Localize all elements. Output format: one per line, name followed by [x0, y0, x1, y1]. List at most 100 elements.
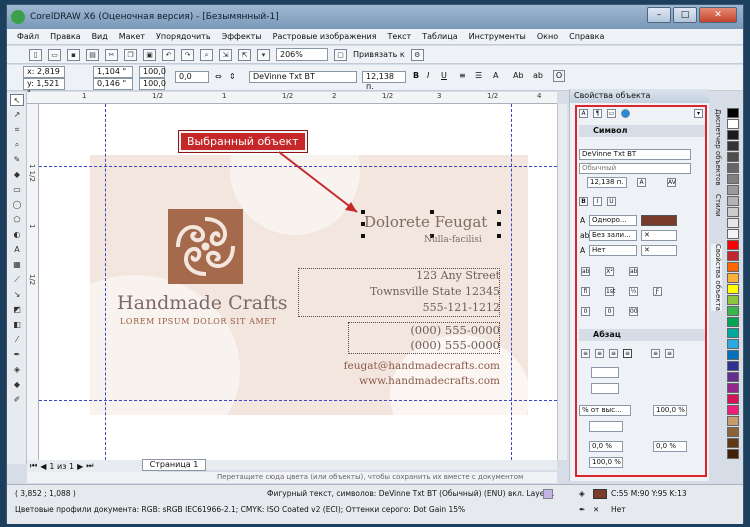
palette-swatch[interactable] — [727, 163, 739, 173]
polygon-tool-icon[interactable]: ⬠ — [10, 214, 24, 226]
character-section-header[interactable]: Символ — [579, 125, 705, 137]
snap-to-dropdown[interactable]: Привязать к — [353, 50, 405, 59]
table-tool-icon[interactable]: ▦ — [10, 259, 24, 271]
palette-swatch[interactable] — [727, 438, 739, 448]
height-field[interactable]: 0,146 " — [93, 78, 133, 90]
first-page-icon[interactable]: ⏮ — [30, 461, 37, 471]
uppercase-icon[interactable]: ab — [581, 267, 590, 276]
object-properties-icon[interactable]: O — [553, 70, 565, 82]
pick-tool-icon[interactable]: ↖ — [10, 94, 24, 106]
minimize-button[interactable]: – — [647, 7, 671, 23]
palette-swatch[interactable] — [727, 295, 739, 305]
paragraph-section-header[interactable]: Абзац — [579, 329, 705, 341]
smart-fill-icon[interactable]: ◆ — [10, 169, 24, 181]
shape-tool-icon[interactable]: ↗ — [10, 109, 24, 121]
indent-first-line-field[interactable] — [591, 383, 619, 394]
docker-options-icon[interactable]: ▾ — [694, 109, 703, 118]
palette-swatch[interactable] — [727, 262, 739, 272]
palette-swatch[interactable] — [727, 383, 739, 393]
space-before-field[interactable] — [589, 421, 623, 432]
background-fill-dropdown[interactable]: Без зали... — [589, 230, 637, 241]
palette-swatch[interactable] — [727, 328, 739, 338]
prev-page-icon[interactable]: ◀ — [40, 462, 46, 471]
paragraph-tab-icon[interactable]: ¶ — [593, 109, 602, 118]
docker-underline-icon[interactable]: U — [607, 197, 616, 206]
edit-text-icon[interactable]: ab — [533, 71, 543, 80]
palette-swatch[interactable] — [727, 394, 739, 404]
fraction-icon[interactable]: ½ — [629, 287, 638, 296]
frame-tab-icon[interactable]: ▭ — [607, 109, 616, 118]
scale-height-field[interactable]: 100,0 — [139, 78, 166, 90]
background-color-swatch[interactable]: ✕ — [641, 230, 677, 241]
maximize-button[interactable]: □ — [673, 7, 697, 23]
fill-color-indicator[interactable] — [593, 489, 607, 499]
menu-help[interactable]: Справка — [569, 32, 604, 41]
outline-dropdown[interactable]: Нет — [589, 245, 637, 256]
font-list-dropdown[interactable]: DeVinne Txt BT — [249, 71, 357, 83]
menu-text[interactable]: Текст — [388, 32, 412, 41]
position-x-field[interactable]: x: 2,819 " — [23, 66, 65, 86]
vertical-ruler[interactable]: 1 1/2 1 1/2 — [27, 104, 39, 464]
palette-swatch[interactable] — [727, 185, 739, 195]
menu-file[interactable]: Файл — [17, 32, 39, 41]
menu-edit[interactable]: Правка — [50, 32, 80, 41]
page-tab[interactable]: Страница 1 — [142, 459, 206, 471]
export-icon[interactable]: ⇱ — [238, 48, 251, 61]
app-launcher-icon[interactable]: ▾ — [257, 48, 270, 61]
force-justify-icon[interactable]: ≡ — [665, 349, 674, 358]
scale-width-field[interactable]: 100,0 — [139, 66, 166, 78]
ligature-icon[interactable]: fi — [581, 287, 590, 296]
color-profiles-text[interactable]: Цветовые профили документа: RGB: sRGB IE… — [15, 505, 465, 514]
palette-swatch[interactable] — [727, 108, 739, 118]
palette-swatch[interactable] — [727, 306, 739, 316]
full-screen-icon[interactable]: ▢ — [334, 48, 347, 61]
connector-tool-icon[interactable]: ↘ — [10, 289, 24, 301]
palette-swatch[interactable] — [727, 284, 739, 294]
drawing-canvas[interactable]: Handmade Crafts LOREM IPSUM DOLOR SIT AM… — [39, 104, 557, 460]
palette-swatch[interactable] — [727, 427, 739, 437]
interactive-effects-icon[interactable]: ◩ — [10, 304, 24, 316]
eyedropper-tool-icon[interactable]: ⁄ — [10, 334, 24, 346]
palette-swatch[interactable] — [727, 372, 739, 382]
menu-layout[interactable]: Макет — [119, 32, 145, 41]
palette-swatch[interactable] — [727, 196, 739, 206]
indent-left-field[interactable] — [591, 367, 619, 378]
text-tool-icon[interactable]: A — [10, 244, 24, 256]
menu-table[interactable]: Таблица — [422, 32, 457, 41]
smart-drawing-icon[interactable]: ✐ — [10, 394, 24, 406]
docker-size-field[interactable]: 12,138 п. — [587, 177, 627, 188]
search-icon[interactable]: ⌕ — [200, 48, 213, 61]
no-align-icon[interactable]: ≡ — [581, 349, 590, 358]
tab-object-manager[interactable]: Диспетчер объектов — [711, 109, 722, 186]
close-button[interactable]: ✕ — [699, 7, 737, 23]
palette-swatch[interactable] — [727, 119, 739, 129]
undo-icon[interactable]: ↶ — [162, 48, 175, 61]
line-spacing-mode-dropdown[interactable]: % от выс... — [579, 405, 631, 416]
palette-swatch[interactable] — [727, 339, 739, 349]
line-spacing-field[interactable]: 100,0 % — [653, 405, 687, 416]
menu-tools[interactable]: Инструменты — [469, 32, 526, 41]
docker-style-dropdown[interactable]: Обычный — [579, 163, 691, 174]
copy-icon[interactable]: ❐ — [124, 48, 137, 61]
crop-tool-icon[interactable]: ⌗ — [10, 124, 24, 136]
font-size-dropdown[interactable]: 12,138 п. — [362, 71, 406, 91]
lining-figures-icon[interactable]: 0 — [605, 307, 614, 316]
palette-swatch[interactable] — [727, 229, 739, 239]
palette-swatch[interactable] — [727, 251, 739, 261]
width-field[interactable]: 1,104 " — [93, 66, 133, 78]
superscript-icon[interactable]: X² — [605, 267, 614, 276]
docker-italic-icon[interactable]: I — [593, 197, 602, 206]
palette-swatch[interactable] — [727, 273, 739, 283]
range-kerning-icon[interactable]: AV — [667, 178, 676, 187]
transparency-tool-icon[interactable]: ◧ — [10, 319, 24, 331]
text-properties-icon[interactable]: Ab — [513, 71, 524, 80]
align-left-icon[interactable]: ≡ — [595, 349, 604, 358]
horizontal-ruler[interactable]: 1 1/2 1 1/2 2 1/2 3 1/2 4 — [27, 92, 557, 104]
palette-swatch[interactable] — [727, 130, 739, 140]
dropcap-icon[interactable]: A — [493, 71, 498, 80]
freehand-tool-icon[interactable]: ✎ — [10, 154, 24, 166]
cut-icon[interactable]: ✂ — [105, 48, 118, 61]
ordinals-icon[interactable]: 1st — [605, 287, 615, 296]
position-y-field[interactable]: y: 1,521 " — [23, 78, 65, 98]
mirror-horizontal-icon[interactable]: ⇔ — [215, 72, 222, 81]
